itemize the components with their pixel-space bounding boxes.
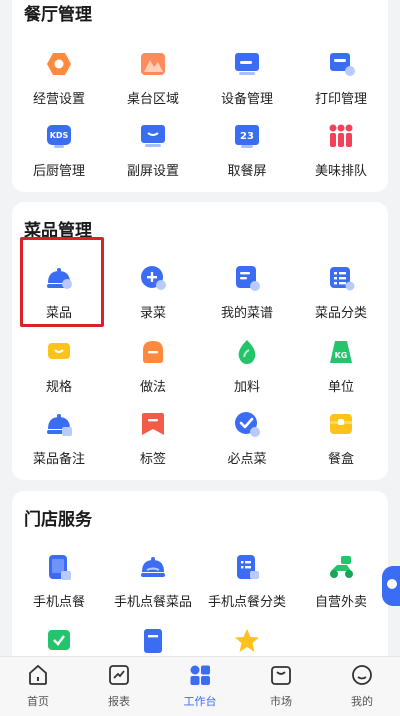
delivery-scooter-icon [327,553,355,581]
dish-category-icon [327,264,355,292]
item-kitchen[interactable]: KDS 后厨管理 [12,118,106,184]
item-dish[interactable]: 菜品 [12,260,106,326]
item-mobile-order[interactable]: 手机点餐 [12,549,106,615]
mobile-category-icon [233,553,261,581]
my-menu-icon [233,264,261,292]
tab-profile[interactable]: 我的 [322,663,400,713]
item-meal-box[interactable]: 餐盒 [294,406,388,472]
section-title: 菜品管理 [24,221,92,241]
item-my-menu[interactable]: 我的菜谱 [200,260,294,326]
bottom-tab-bar: 首页 报表 工作台 市场 我的 [0,656,400,716]
secondary-screen-icon [139,122,167,150]
home-icon [26,663,50,687]
topping-icon [233,338,261,366]
workbench-scroll[interactable]: 餐厅管理 经营设置 桌台区域 设备管理 打印管理 KDS 后厨管理 副屏设置 2… [0,0,400,656]
item-add-dish[interactable]: 录菜 [106,260,200,326]
printer-icon [327,50,355,78]
dish-management-card: 菜品管理 菜品 录菜 我的菜谱 菜品分类 规格 做法 加料 KG 单位 菜品备注… [12,202,388,480]
item-store-doc[interactable] [106,623,200,656]
device-icon [233,50,261,78]
table-area-icon [139,50,167,78]
item-dish-note[interactable]: 菜品备注 [12,406,106,472]
pickup-badge: 23 [240,131,254,142]
business-settings-icon [45,50,73,78]
method-icon [139,338,167,366]
kds-badge: KDS [50,131,69,140]
section-title: 门店服务 [24,510,92,530]
must-order-icon [233,410,261,438]
item-method[interactable]: 做法 [106,334,200,400]
item-queue[interactable]: 美味排队 [294,118,388,184]
item-device[interactable]: 设备管理 [200,46,294,112]
item-mobile-dish[interactable]: 手机点餐菜品 [106,549,200,615]
mobile-dish-icon [139,553,167,581]
tab-workbench[interactable]: 工作台 [160,663,240,713]
tag-icon [139,410,167,438]
item-spec[interactable]: 规格 [12,334,106,400]
item-mobile-category[interactable]: 手机点餐分类 [200,549,294,615]
item-business-settings[interactable]: 经营设置 [12,46,106,112]
unit-icon: KG [327,338,355,366]
restaurant-management-card: 餐厅管理 经营设置 桌台区域 设备管理 打印管理 KDS 后厨管理 副屏设置 2… [12,0,388,192]
dish-cloche-icon [45,264,73,292]
star-icon [233,627,261,655]
unit-badge: KG [335,351,348,360]
store-doc-icon [139,627,167,655]
item-star[interactable] [200,623,294,656]
item-topping[interactable]: 加料 [200,334,294,400]
item-check-board[interactable] [12,623,106,656]
item-self-delivery[interactable]: 自营外卖 [294,549,388,615]
tab-report[interactable]: 报表 [79,663,159,713]
item-printer[interactable]: 打印管理 [294,46,388,112]
tab-market[interactable]: 市场 [241,663,321,713]
pickup-screen-icon: 23 [233,122,261,150]
market-icon [269,663,293,687]
add-dish-icon [139,264,167,292]
item-table-area[interactable]: 桌台区域 [106,46,200,112]
spec-icon [45,338,73,366]
mobile-order-icon [45,553,73,581]
store-services-card: 门店服务 手机点餐 手机点餐菜品 手机点餐分类 自营外卖 [12,491,388,656]
item-tag[interactable]: 标签 [106,406,200,472]
kds-icon: KDS [45,122,73,150]
customer-service-float[interactable] [382,566,400,606]
check-board-icon [45,627,73,655]
item-pickup-screen[interactable]: 23 取餐屏 [200,118,294,184]
section-title: 餐厅管理 [24,5,92,25]
item-secondary-screen[interactable]: 副屏设置 [106,118,200,184]
dish-note-icon [45,410,73,438]
queue-icon [327,122,355,150]
workbench-icon [188,663,212,687]
profile-icon [350,663,374,687]
tab-home[interactable]: 首页 [0,663,78,713]
item-dish-category[interactable]: 菜品分类 [294,260,388,326]
meal-box-icon [327,410,355,438]
report-icon [107,663,131,687]
item-must-order[interactable]: 必点菜 [200,406,294,472]
item-unit[interactable]: KG 单位 [294,334,388,400]
